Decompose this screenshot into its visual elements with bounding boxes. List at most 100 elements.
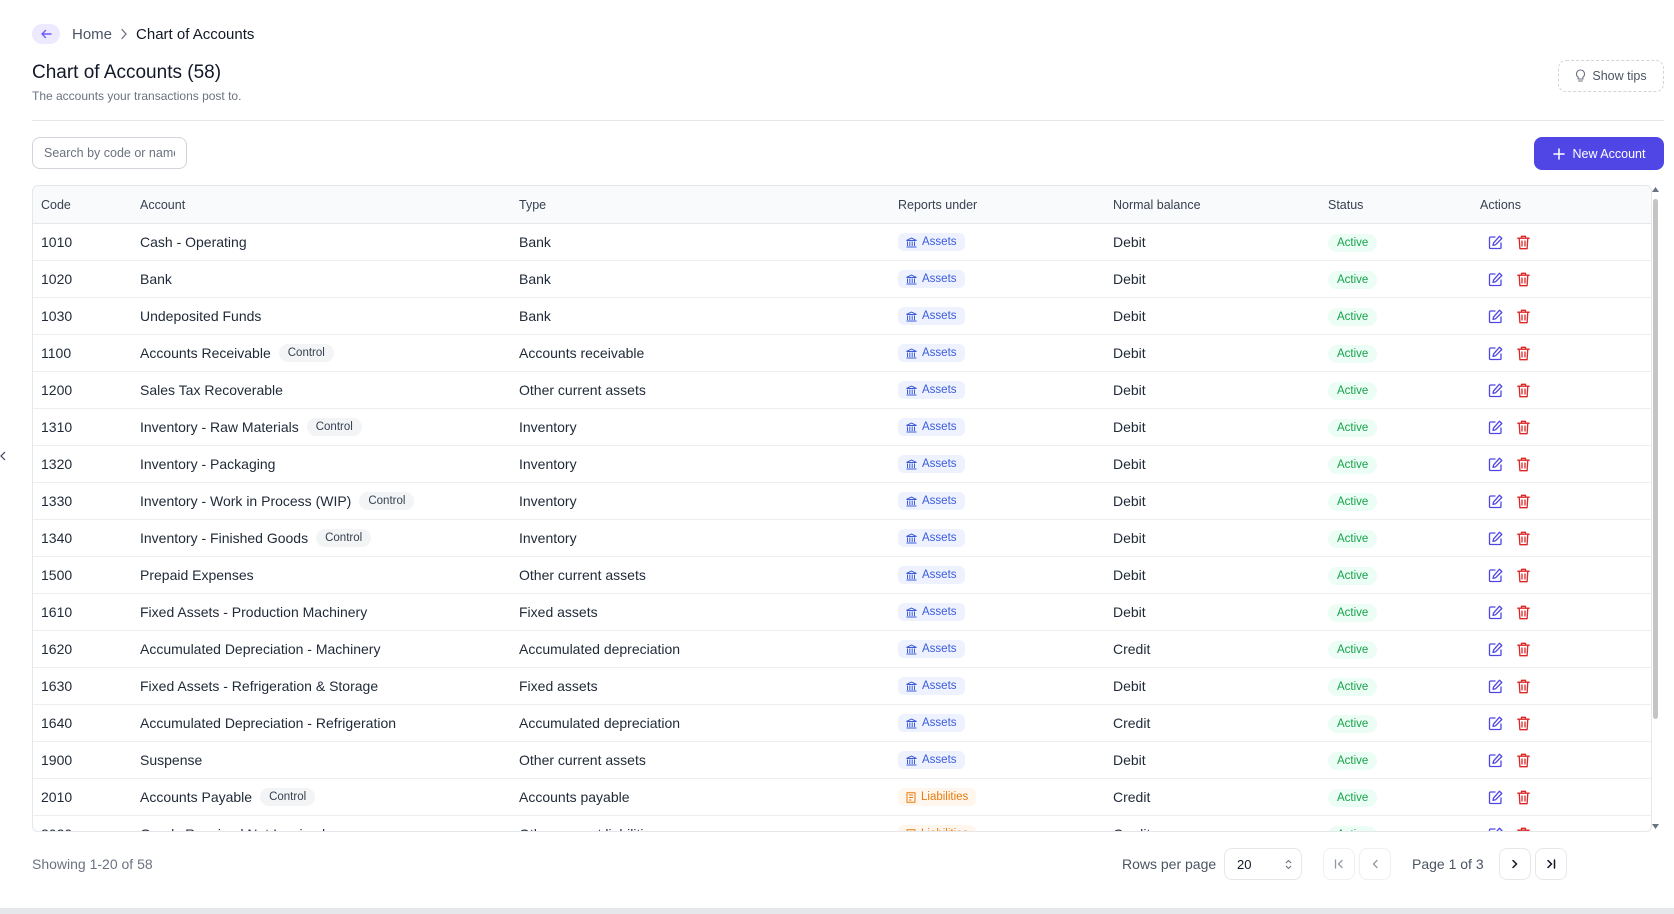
cell-type: Bank	[519, 308, 551, 324]
account-name[interactable]: Inventory - Work in Process (WIP)	[140, 493, 351, 509]
table-row[interactable]: 1340 Inventory - Finished Goods Control Inv…	[33, 520, 1651, 557]
scroll-down-arrow-icon[interactable]	[1651, 824, 1660, 832]
edit-icon[interactable]	[1488, 494, 1503, 509]
trash-icon[interactable]	[1517, 605, 1530, 620]
last-page-button[interactable]	[1535, 848, 1567, 880]
scrollbar-thumb[interactable]	[1653, 199, 1658, 719]
cell-actions	[1480, 790, 1640, 805]
edit-icon[interactable]	[1488, 457, 1503, 472]
bank-icon	[906, 310, 917, 322]
table-scrollbar[interactable]	[1651, 185, 1660, 832]
edit-icon[interactable]	[1488, 235, 1503, 250]
trash-icon[interactable]	[1517, 531, 1530, 546]
trash-icon[interactable]	[1517, 420, 1530, 435]
edit-icon[interactable]	[1488, 642, 1503, 657]
account-name[interactable]: Prepaid Expenses	[140, 567, 254, 583]
trash-icon[interactable]	[1517, 753, 1530, 768]
trash-icon[interactable]	[1517, 346, 1530, 361]
column-header-code[interactable]: Code	[33, 198, 140, 212]
show-tips-button[interactable]: Show tips	[1558, 60, 1664, 92]
account-name[interactable]: Accumulated Depreciation - Refrigeration	[140, 715, 396, 731]
table-row[interactable]: 1500 Prepaid Expenses Other current assets…	[33, 557, 1651, 594]
trash-icon[interactable]	[1517, 716, 1530, 731]
edit-icon[interactable]	[1488, 531, 1503, 546]
table-row[interactable]: 2010 Accounts Payable Control Accounts paya…	[33, 779, 1651, 816]
trash-icon[interactable]	[1517, 642, 1530, 657]
first-page-button[interactable]	[1323, 848, 1355, 880]
breadcrumb-home-link[interactable]: Home	[72, 26, 112, 43]
trash-icon[interactable]	[1517, 568, 1530, 583]
account-name[interactable]: Goods Received Not Invoiced	[140, 826, 325, 831]
table-row[interactable]: 1310 Inventory - Raw Materials Control Inve…	[33, 409, 1651, 446]
table-row[interactable]: 1010 Cash - Operating Bank Assets Debit Activ…	[33, 224, 1651, 261]
account-name[interactable]: Inventory - Raw Materials	[140, 419, 299, 435]
cell-actions	[1480, 383, 1640, 398]
edit-icon[interactable]	[1488, 309, 1503, 324]
trash-icon[interactable]	[1517, 383, 1530, 398]
edit-icon[interactable]	[1488, 420, 1503, 435]
chevron-left-icon	[1372, 859, 1378, 869]
account-name[interactable]: Cash - Operating	[140, 234, 247, 250]
search-input[interactable]	[32, 137, 187, 169]
table-row[interactable]: 2020Goods Received Not Invoiced Other cur…	[33, 816, 1651, 831]
new-account-button[interactable]: New Account	[1534, 137, 1664, 170]
edit-icon[interactable]	[1488, 383, 1503, 398]
edit-icon[interactable]	[1488, 346, 1503, 361]
trash-icon[interactable]	[1517, 827, 1530, 831]
account-name[interactable]: Sales Tax Recoverable	[140, 382, 283, 398]
edit-icon[interactable]	[1488, 605, 1503, 620]
cell-type: Fixed assets	[519, 604, 598, 620]
edit-icon[interactable]	[1488, 716, 1503, 731]
account-name[interactable]: Accounts Receivable	[140, 345, 271, 361]
account-name[interactable]: Suspense	[140, 752, 202, 768]
column-header-normal-balance[interactable]: Normal balance	[1113, 198, 1328, 212]
account-name[interactable]: Fixed Assets - Production Machinery	[140, 604, 367, 620]
table-row[interactable]: 1100 Accounts Receivable Control Accounts r…	[33, 335, 1651, 372]
cell-account: Sales Tax Recoverable	[140, 382, 519, 398]
edit-icon[interactable]	[1488, 790, 1503, 805]
back-button[interactable]	[32, 24, 60, 44]
table-row[interactable]: 1610 Fixed Assets - Production Machinery F…	[33, 594, 1651, 631]
next-page-button[interactable]	[1499, 848, 1531, 880]
account-name[interactable]: Inventory - Packaging	[140, 456, 275, 472]
trash-icon[interactable]	[1517, 679, 1530, 694]
column-header-reports-under[interactable]: Reports under	[898, 198, 1113, 212]
table-row[interactable]: 1900 Suspense Other current assets Assets De…	[33, 742, 1651, 779]
account-name[interactable]: Accumulated Depreciation - Machinery	[140, 641, 380, 657]
edit-icon[interactable]	[1488, 679, 1503, 694]
trash-icon[interactable]	[1517, 790, 1530, 805]
table-row[interactable]: 1320 Inventory - Packaging Inventory Assets…	[33, 446, 1651, 483]
column-header-status[interactable]: Status	[1328, 198, 1480, 212]
table-row[interactable]: 1330 Inventory - Work in Process (WIP) Con…	[33, 483, 1651, 520]
edit-icon[interactable]	[1488, 272, 1503, 287]
table-row[interactable]: 1620 Accumulated Depreciation - Machinery…	[33, 631, 1651, 668]
rows-per-page-select[interactable]: 20	[1224, 848, 1302, 880]
trash-icon[interactable]	[1517, 309, 1530, 324]
previous-page-button[interactable]	[1359, 848, 1391, 880]
trash-icon[interactable]	[1517, 235, 1530, 250]
table-row[interactable]: 1640 Accumulated Depreciation - Refrigera…	[33, 705, 1651, 742]
status-badge: Active	[1328, 455, 1378, 474]
account-name[interactable]: Accounts Payable	[140, 789, 252, 805]
edit-icon[interactable]	[1488, 568, 1503, 583]
edit-icon[interactable]	[1488, 827, 1503, 831]
reports-under-badge: Assets	[898, 751, 965, 769]
trash-icon[interactable]	[1517, 272, 1530, 287]
edit-icon[interactable]	[1488, 753, 1503, 768]
column-header-account[interactable]: Account	[140, 198, 519, 212]
table-row[interactable]: 1030 Undeposited Funds Bank Assets Debit Acti…	[33, 298, 1651, 335]
trash-icon[interactable]	[1517, 494, 1530, 509]
column-header-type[interactable]: Type	[519, 198, 898, 212]
account-name[interactable]: Inventory - Finished Goods	[140, 530, 308, 546]
status-badge: Active	[1328, 418, 1378, 437]
cell-account: Fixed Assets - Production Machinery	[140, 604, 519, 620]
account-name[interactable]: Fixed Assets - Refrigeration & Storage	[140, 678, 378, 694]
table-row[interactable]: 1630 Fixed Assets - Refrigeration & Stora…	[33, 668, 1651, 705]
scroll-up-arrow-icon[interactable]	[1651, 187, 1660, 195]
sidebar-toggle-chevron-icon[interactable]	[0, 448, 8, 464]
account-name[interactable]: Undeposited Funds	[140, 308, 261, 324]
trash-icon[interactable]	[1517, 457, 1530, 472]
table-row[interactable]: 1200 Sales Tax Recoverable Other current a…	[33, 372, 1651, 409]
account-name[interactable]: Bank	[140, 271, 172, 287]
table-row[interactable]: 1020 Bank Bank Assets Debit Active	[33, 261, 1651, 298]
